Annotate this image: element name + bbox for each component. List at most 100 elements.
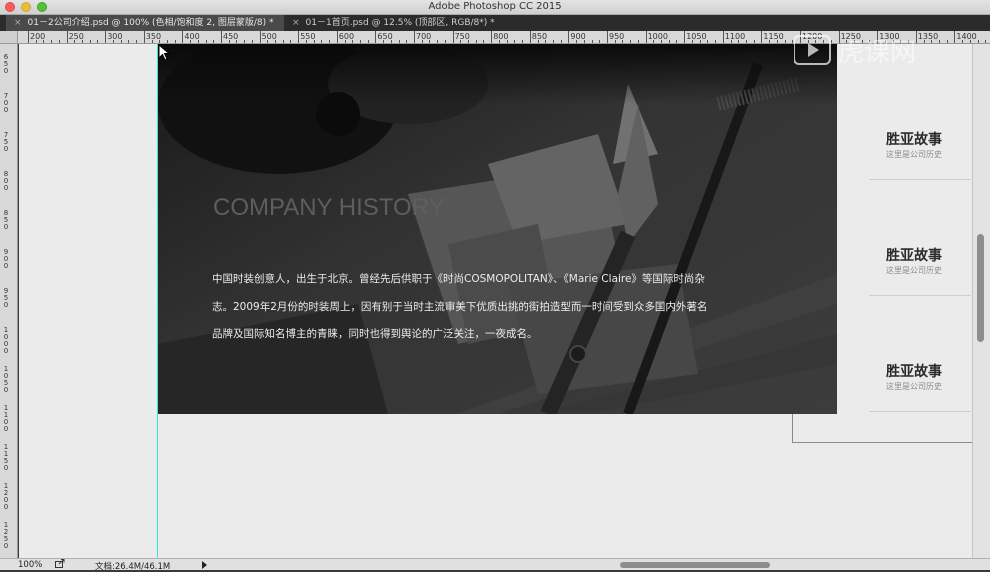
ruler-minor-tick bbox=[576, 40, 578, 43]
ruler-label: 650 bbox=[3, 53, 9, 75]
ruler-minor-tick bbox=[691, 40, 693, 43]
ruler-label: 1200 bbox=[3, 482, 9, 511]
side-item[interactable]: 胜亚故事 这里是公司历史 bbox=[869, 180, 971, 296]
ruler-minor-tick bbox=[506, 40, 508, 43]
vertical-scroll-thumb[interactable] bbox=[977, 234, 984, 342]
ruler-minor-tick bbox=[282, 40, 284, 43]
tab-label: 01－2公司介绍.psd @ 100% (色相/饱和度 2, 图层蒙版/8) * bbox=[27, 18, 274, 28]
document-tab-bar: × 01－2公司介绍.psd @ 100% (色相/饱和度 2, 图层蒙版/8) … bbox=[0, 15, 990, 31]
ruler-minor-tick bbox=[197, 40, 199, 43]
ruler-minor-tick bbox=[475, 40, 477, 43]
ruler-minor-tick bbox=[707, 40, 709, 43]
ruler-tick bbox=[684, 31, 686, 43]
zoom-level[interactable]: 100% bbox=[18, 560, 42, 570]
ruler-minor-tick bbox=[136, 40, 138, 43]
tab-homepage[interactable]: × 01－1首页.psd @ 12.5% (顶部区, RGB/8*) * bbox=[284, 15, 514, 31]
svg-text:虎课网: 虎课网 bbox=[838, 38, 916, 68]
ruler-minor-tick bbox=[406, 40, 408, 43]
ruler-minor-tick bbox=[228, 40, 230, 43]
mouse-cursor-icon bbox=[158, 44, 171, 61]
ruler-tick bbox=[259, 31, 261, 43]
document-size-info[interactable]: 文档:26.4M/46.1M bbox=[95, 560, 170, 572]
ruler-minor-tick bbox=[599, 40, 601, 43]
watermark-logo: 虎课网 bbox=[794, 35, 916, 68]
ruler-minor-tick bbox=[560, 40, 562, 43]
ruler-minor-tick bbox=[591, 40, 593, 43]
ruler-minor-tick bbox=[321, 40, 323, 43]
ruler-minor-tick bbox=[359, 40, 361, 43]
ruler-minor-tick bbox=[35, 40, 37, 43]
vertical-scrollbar[interactable] bbox=[972, 44, 990, 558]
ruler-minor-tick bbox=[275, 40, 277, 43]
ruler-minor-tick bbox=[352, 40, 354, 43]
ruler-minor-tick bbox=[244, 40, 246, 43]
ruler-tick bbox=[375, 31, 377, 43]
side-item-title: 胜亚故事 bbox=[886, 248, 942, 264]
close-tab-icon[interactable]: × bbox=[292, 18, 300, 28]
frame-border-horizontal bbox=[792, 442, 972, 443]
ruler-tick bbox=[66, 31, 68, 43]
side-navigation: 胜亚故事 这里是公司历史 胜亚故事 这里是公司历史 胜亚故事 这里是公司历史 bbox=[837, 64, 971, 444]
ruler-minor-tick bbox=[82, 40, 84, 43]
ruler-minor-tick bbox=[977, 40, 979, 43]
ruler-tick bbox=[336, 31, 338, 43]
ruler-minor-tick bbox=[383, 40, 385, 43]
ruler-label: 1050 bbox=[686, 32, 707, 41]
share-icon[interactable] bbox=[55, 559, 65, 568]
ruler-minor-tick bbox=[668, 40, 670, 43]
ruler-minor-tick bbox=[390, 40, 392, 43]
ruler-label: 900 bbox=[3, 248, 9, 270]
ruler-minor-tick bbox=[537, 40, 539, 43]
side-item[interactable]: 胜亚故事 这里是公司历史 bbox=[869, 64, 971, 180]
ruler-minor-tick bbox=[769, 40, 771, 43]
ruler-tick bbox=[761, 31, 763, 43]
ruler-label: 1100 bbox=[3, 404, 9, 433]
ruler-tick bbox=[452, 31, 454, 43]
ruler-minor-tick bbox=[267, 40, 269, 43]
ruler-minor-tick bbox=[166, 40, 168, 43]
horizontal-scroll-thumb[interactable] bbox=[620, 562, 770, 568]
ruler-tick bbox=[491, 31, 493, 43]
ruler-minor-tick bbox=[344, 40, 346, 43]
ruler-minor-tick bbox=[151, 40, 153, 43]
vertical-ruler[interactable]: 650 700 750 800 850 900 950 1000 1050 1100 1150 120… bbox=[0, 44, 18, 558]
ruler-minor-tick bbox=[89, 40, 91, 43]
side-item[interactable]: 胜亚故事 这里是公司历史 bbox=[869, 296, 971, 412]
ruler-corner[interactable] bbox=[0, 31, 18, 44]
document-canvas[interactable]: COMPANY HISTORY 中国时装创意人，出生于北京。曾经先后供职于《时尚… bbox=[19, 44, 972, 558]
ruler-minor-tick bbox=[43, 40, 45, 43]
status-menu-arrow-icon[interactable] bbox=[202, 561, 207, 569]
ruler-label: 1150 bbox=[763, 32, 784, 41]
ruler-minor-tick bbox=[661, 40, 663, 43]
ruler-minor-tick bbox=[552, 40, 554, 43]
ruler-label: 1100 bbox=[724, 32, 746, 41]
ruler-minor-tick bbox=[622, 40, 624, 43]
ruler-label: 750 bbox=[3, 131, 9, 153]
side-item-subtitle: 这里是公司历史 bbox=[886, 150, 942, 159]
close-tab-icon[interactable]: × bbox=[14, 18, 22, 28]
side-item-subtitle: 这里是公司历史 bbox=[886, 382, 942, 391]
ruler-minor-tick bbox=[97, 40, 99, 43]
tab-company-intro[interactable]: × 01－2公司介绍.psd @ 100% (色相/饱和度 2, 图层蒙版/8) … bbox=[6, 15, 284, 31]
ruler-minor-tick bbox=[236, 40, 238, 43]
ruler-label: 1000 bbox=[647, 32, 668, 41]
ruler-minor-tick bbox=[290, 40, 292, 43]
ruler-label: 800 bbox=[3, 170, 9, 192]
ruler-minor-tick bbox=[468, 40, 470, 43]
side-item-title: 胜亚故事 bbox=[886, 132, 942, 148]
ruler-minor-tick bbox=[614, 40, 616, 43]
ruler-minor-tick bbox=[174, 40, 176, 43]
ruler-minor-tick bbox=[313, 40, 315, 43]
ruler-tick bbox=[568, 31, 570, 43]
banner-photo: COMPANY HISTORY 中国时装创意人，出生于北京。曾经先后供职于《时尚… bbox=[158, 44, 837, 414]
ruler-minor-tick bbox=[367, 40, 369, 43]
ruler-minor-tick bbox=[653, 40, 655, 43]
side-item-title: 胜亚故事 bbox=[886, 364, 942, 380]
ruler-minor-tick bbox=[776, 40, 778, 43]
ruler-minor-tick bbox=[483, 40, 485, 43]
side-item-subtitle: 这里是公司历史 bbox=[886, 266, 942, 275]
ruler-label: 950 bbox=[3, 287, 9, 309]
ruler-minor-tick bbox=[128, 40, 130, 43]
ruler-label: 850 bbox=[3, 209, 9, 231]
ruler-minor-tick bbox=[213, 40, 215, 43]
